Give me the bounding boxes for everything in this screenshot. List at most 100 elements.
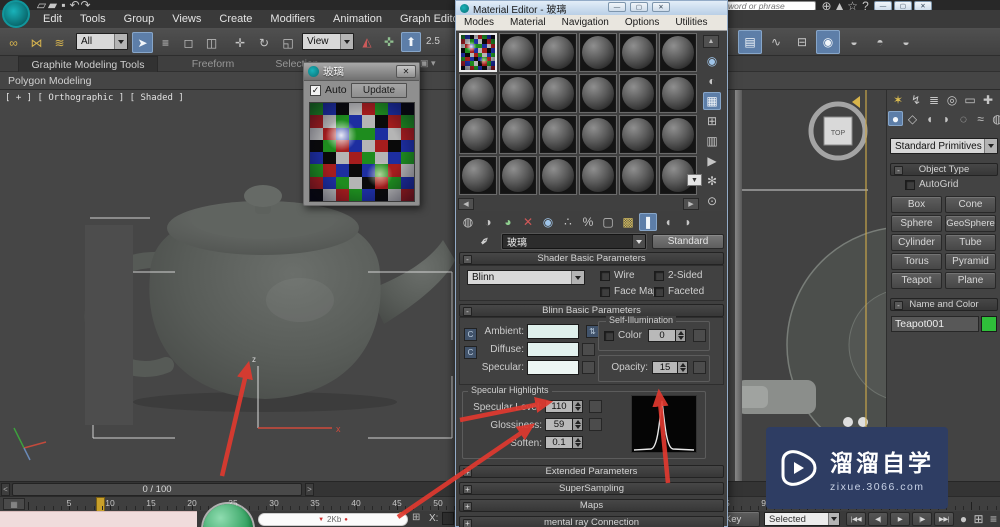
select-and-link-icon[interactable]: ∞	[3, 32, 24, 53]
faceted-checkbox[interactable]	[654, 286, 664, 297]
material-slot[interactable]	[499, 33, 537, 72]
pick-material-eyedropper-icon[interactable]: ✒	[477, 232, 494, 249]
material-slot[interactable]	[499, 115, 537, 154]
specular-color-swatch[interactable]	[527, 360, 579, 375]
blinn-basic-rollout[interactable]: - Blinn Basic Parameters	[459, 304, 724, 317]
lights-category-icon[interactable]: ◖	[922, 111, 937, 126]
opacity-spinner[interactable]	[678, 361, 688, 374]
render-production-icon[interactable]: ◓	[868, 30, 892, 54]
material-slot-selected[interactable]	[459, 33, 497, 72]
material-slot[interactable]	[659, 115, 697, 154]
material-slot[interactable]	[579, 74, 617, 113]
auto-checkbox[interactable]: ✓	[310, 84, 321, 96]
select-and-move-icon[interactable]: ✛	[229, 32, 251, 54]
max-logo-icon[interactable]	[2, 0, 30, 28]
get-material-icon[interactable]: ◍	[459, 213, 477, 231]
select-object-icon[interactable]: ➤	[132, 32, 153, 53]
selection-filter-dropdown[interactable]: All	[76, 33, 128, 50]
material-slot[interactable]	[579, 33, 617, 72]
window-crossing-icon[interactable]: ◫	[201, 32, 222, 53]
menu-edit[interactable]: Edit	[34, 13, 71, 25]
render-setup-icon[interactable]: ◉	[816, 30, 840, 54]
motion-tab-icon[interactable]: ◎	[944, 92, 960, 108]
shapes-category-icon[interactable]: ◇	[905, 111, 920, 126]
material-slot[interactable]	[619, 115, 657, 154]
box-button[interactable]: Box	[891, 196, 942, 213]
material-editor-titlebar[interactable]: Material Editor - 玻璃 — ▢ ✕	[456, 1, 727, 16]
glossiness-field[interactable]: 59	[545, 418, 573, 431]
spacewarps-category-icon[interactable]: ≈	[973, 111, 988, 126]
object-type-rollout[interactable]: - Object Type	[890, 163, 998, 176]
cone-button[interactable]: Cone	[945, 196, 996, 213]
menu-create[interactable]: Create	[210, 13, 261, 25]
tab-freeform[interactable]: Freeform	[175, 56, 251, 72]
curve-editor-icon[interactable]: ∿	[764, 30, 788, 54]
scroll-up-icon[interactable]: ▲	[703, 35, 719, 48]
reset-map-icon[interactable]: ✕	[519, 213, 537, 231]
select-and-rotate-icon[interactable]: ↻	[253, 32, 275, 54]
autogrid-checkbox[interactable]	[905, 179, 915, 190]
material-slot[interactable]	[619, 74, 657, 113]
close-icon[interactable]: ✕	[652, 2, 670, 12]
update-button[interactable]: Update	[351, 83, 407, 98]
material-slot[interactable]	[499, 74, 537, 113]
material-slot[interactable]	[619, 156, 657, 195]
make-unique-icon[interactable]: ◉	[539, 213, 557, 231]
two-sided-checkbox[interactable]	[654, 270, 664, 281]
play-button[interactable]: ▶	[890, 512, 910, 526]
open-mini-curve-icon[interactable]: ▦	[3, 498, 25, 510]
mirror-icon[interactable]: ◭	[357, 32, 377, 52]
key-filter-icon[interactable]: ●	[957, 512, 970, 526]
time-marker[interactable]	[96, 497, 105, 511]
sample-uv-tiling-icon[interactable]: ⊞	[703, 112, 721, 130]
specular-map-button[interactable]	[582, 361, 595, 374]
utilities-tab-icon[interactable]: ✚	[980, 92, 996, 108]
helpers-category-icon[interactable]: ◌	[956, 111, 971, 126]
select-and-manipulate-icon[interactable]: ✜	[379, 32, 399, 52]
material-slot[interactable]	[459, 115, 497, 154]
material-slot[interactable]	[499, 156, 537, 195]
rendered-frame-window-icon[interactable]: ◒	[842, 30, 866, 54]
go-forward-sibling-icon[interactable]: ◗	[679, 213, 697, 231]
create-tab-icon[interactable]: ✶	[890, 92, 906, 108]
keyboard-override-icon[interactable]: ⬆	[401, 32, 421, 52]
menu-modes[interactable]: Modes	[456, 17, 502, 28]
face-map-checkbox[interactable]	[600, 286, 610, 297]
shading-dropdown[interactable]: Blinn	[467, 270, 585, 285]
coord-system-dropdown[interactable]: View	[302, 33, 354, 50]
absolute-mode-icon[interactable]: ⊞	[412, 512, 420, 523]
scroll-left-icon[interactable]: ◀	[458, 198, 474, 210]
glossiness-map-button[interactable]	[589, 418, 602, 431]
time-slider[interactable]: 0 / 100	[12, 483, 302, 496]
select-by-material-icon[interactable]: ⊙	[703, 192, 721, 210]
minimize-icon[interactable]: —	[608, 2, 626, 12]
torus-button[interactable]: Torus	[891, 253, 942, 270]
x-coord-field[interactable]	[442, 512, 454, 525]
material-slot[interactable]	[579, 115, 617, 154]
material-slot[interactable]	[539, 74, 577, 113]
close-icon[interactable]: ✕	[396, 65, 416, 78]
extended-parameters-rollout[interactable]: + Extended Parameters	[459, 465, 724, 478]
tab-graphite-modeling-tools[interactable]: Graphite Modeling Tools	[18, 56, 158, 72]
material-slot[interactable]	[539, 115, 577, 154]
plane-button[interactable]: Plane	[945, 272, 996, 289]
open-file-icon[interactable]: ▰	[48, 0, 57, 12]
time-config-icon[interactable]: ⊞	[972, 512, 985, 526]
pyramid-button[interactable]: Pyramid	[945, 253, 996, 270]
teapot-button[interactable]: Teapot	[891, 272, 942, 289]
systems-category-icon[interactable]: ◍	[990, 111, 1000, 126]
cameras-category-icon[interactable]: ◗	[939, 111, 954, 126]
opacity-map-button[interactable]	[693, 361, 706, 374]
bind-to-spacewarp-icon[interactable]: ≋	[49, 32, 70, 53]
preview-titlebar[interactable]: 玻璃 ✕	[304, 63, 419, 81]
viewport-label[interactable]: [ + ] [ Orthographic ] [ Shaded ]	[5, 93, 184, 103]
go-to-parent-icon[interactable]: ◖	[659, 213, 677, 231]
slot-options-dropdown-icon[interactable]: ▼	[687, 174, 702, 186]
background-icon[interactable]: ▦	[703, 92, 721, 110]
soften-spinner[interactable]	[573, 436, 583, 449]
lock-diffuse-specular-icon[interactable]: C	[464, 346, 477, 359]
tube-button[interactable]: Tube	[945, 234, 996, 251]
material-editor-options-icon[interactable]: ✻	[703, 172, 721, 190]
menu-navigation[interactable]: Navigation	[554, 17, 617, 28]
put-to-scene-icon[interactable]: ◑	[479, 213, 497, 231]
